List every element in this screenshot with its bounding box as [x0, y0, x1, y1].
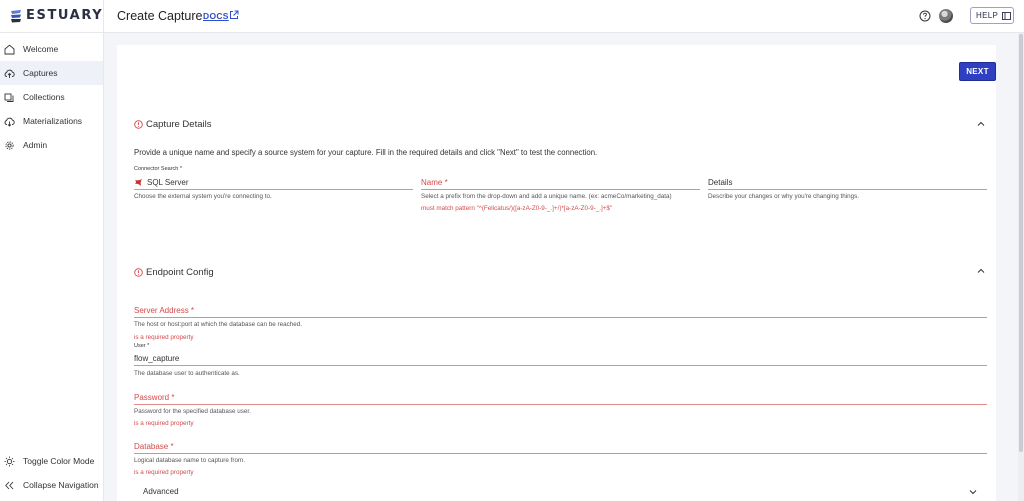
- sidebar-item-collections[interactable]: Collections: [0, 85, 103, 109]
- password-field[interactable]: Password *: [134, 390, 987, 405]
- sidebar-item-admin[interactable]: Admin: [0, 133, 103, 157]
- chevron-down-icon[interactable]: [969, 488, 977, 496]
- name-error: must match pattern "^(Felicatus/)([a-zA-…: [421, 205, 613, 212]
- chevron-up-icon[interactable]: [977, 120, 985, 128]
- endpoint-config-header[interactable]: Endpoint Config: [134, 267, 214, 278]
- double-chevron-left-icon: [5, 481, 14, 489]
- sidebar-item-label: Materializations: [23, 116, 83, 126]
- database-help: Logical database name to capture from.: [134, 457, 245, 464]
- sun-icon: [4, 456, 15, 466]
- password-error: is a required property: [134, 420, 194, 427]
- database-label: Database *: [134, 441, 174, 451]
- server-address-field[interactable]: Server Address *: [134, 303, 987, 318]
- help-circle-icon[interactable]: [919, 10, 931, 22]
- help-button-label: HELP: [976, 11, 999, 20]
- server-address-help: The host or host:port at which the datab…: [134, 321, 303, 328]
- estuary-logo[interactable]: ESTUARY: [10, 8, 103, 23]
- sql-server-logo-icon: [135, 178, 142, 186]
- connector-search-value: SQL Server: [147, 177, 189, 187]
- user-value: flow_capture: [134, 353, 180, 363]
- capture-details-title: Capture Details: [146, 119, 212, 130]
- avatar[interactable]: [939, 9, 953, 23]
- server-address-error: is a required property: [134, 334, 194, 341]
- collections-icon: [4, 93, 14, 102]
- next-button[interactable]: NEXT: [959, 62, 996, 81]
- details-help: Describe your changes or why you're chan…: [708, 193, 860, 200]
- details-field[interactable]: Details: [708, 175, 987, 190]
- capture-details-description: Provide a unique name and specify a sour…: [134, 148, 598, 157]
- sidebar-item-materializations[interactable]: Materializations: [0, 109, 103, 133]
- sidebar-item-label: Admin: [23, 140, 48, 150]
- capture-details-header[interactable]: Capture Details: [134, 119, 211, 130]
- page-title: Create Capture: [117, 9, 203, 23]
- help-button[interactable]: HELP: [970, 7, 1014, 24]
- endpoint-config-title: Endpoint Config: [146, 267, 214, 278]
- server-address-label: Server Address *: [134, 305, 195, 315]
- sidebar-item-captures[interactable]: Captures: [0, 61, 103, 85]
- connector-search-help: Choose the external system you're connec…: [134, 193, 272, 200]
- connector-search-label: Connector Search *: [134, 166, 182, 172]
- password-help: Password for the specified database user…: [134, 408, 251, 415]
- external-link-icon[interactable]: [229, 10, 239, 20]
- user-label: User *: [134, 343, 150, 349]
- sidebar-item-label: Collections: [23, 92, 65, 102]
- name-field-label: Name *: [421, 177, 448, 187]
- sidebar: Welcome Captures Collections Materializa…: [0, 33, 104, 501]
- sidebar-item-label: Welcome: [23, 44, 59, 54]
- logo-text: ESTUARY: [26, 8, 104, 23]
- sidebar-item-label: Captures: [23, 68, 58, 78]
- user-field[interactable]: flow_capture: [134, 351, 987, 366]
- scrollbar-thumb[interactable]: [1019, 34, 1023, 452]
- chevron-up-icon[interactable]: [977, 267, 985, 275]
- toggle-color-mode-button[interactable]: Toggle Color Mode: [0, 451, 103, 471]
- name-help: Select a prefix from the drop-down and a…: [421, 193, 672, 200]
- error-circle-icon: [134, 120, 143, 129]
- home-icon: [4, 44, 15, 54]
- cloud-download-icon: [4, 117, 15, 127]
- cloud-upload-icon: [4, 69, 15, 78]
- sidebar-panel-icon: [1002, 11, 1012, 20]
- docs-link[interactable]: DOCS: [203, 11, 229, 21]
- sidebar-item-welcome[interactable]: Welcome: [0, 37, 103, 61]
- estuary-logo-icon: [11, 9, 21, 22]
- toggle-color-mode-label: Toggle Color Mode: [23, 456, 95, 466]
- gear-icon: [5, 140, 14, 150]
- password-label: Password *: [134, 392, 175, 402]
- header-divider: [103, 0, 104, 33]
- collapse-navigation-label: Collapse Navigation: [23, 480, 99, 490]
- database-error: is a required property: [134, 469, 194, 476]
- create-capture-card: [117, 45, 996, 501]
- user-help: The database user to authenticate as.: [134, 370, 240, 377]
- name-field[interactable]: Name *: [421, 175, 700, 190]
- connector-search-field[interactable]: SQL Server: [134, 175, 413, 190]
- database-field[interactable]: Database *: [134, 439, 987, 454]
- error-circle-icon: [134, 268, 143, 277]
- advanced-accordion-label[interactable]: Advanced: [143, 487, 179, 496]
- details-field-label: Details: [708, 177, 733, 187]
- collapse-navigation-button[interactable]: Collapse Navigation: [0, 475, 103, 495]
